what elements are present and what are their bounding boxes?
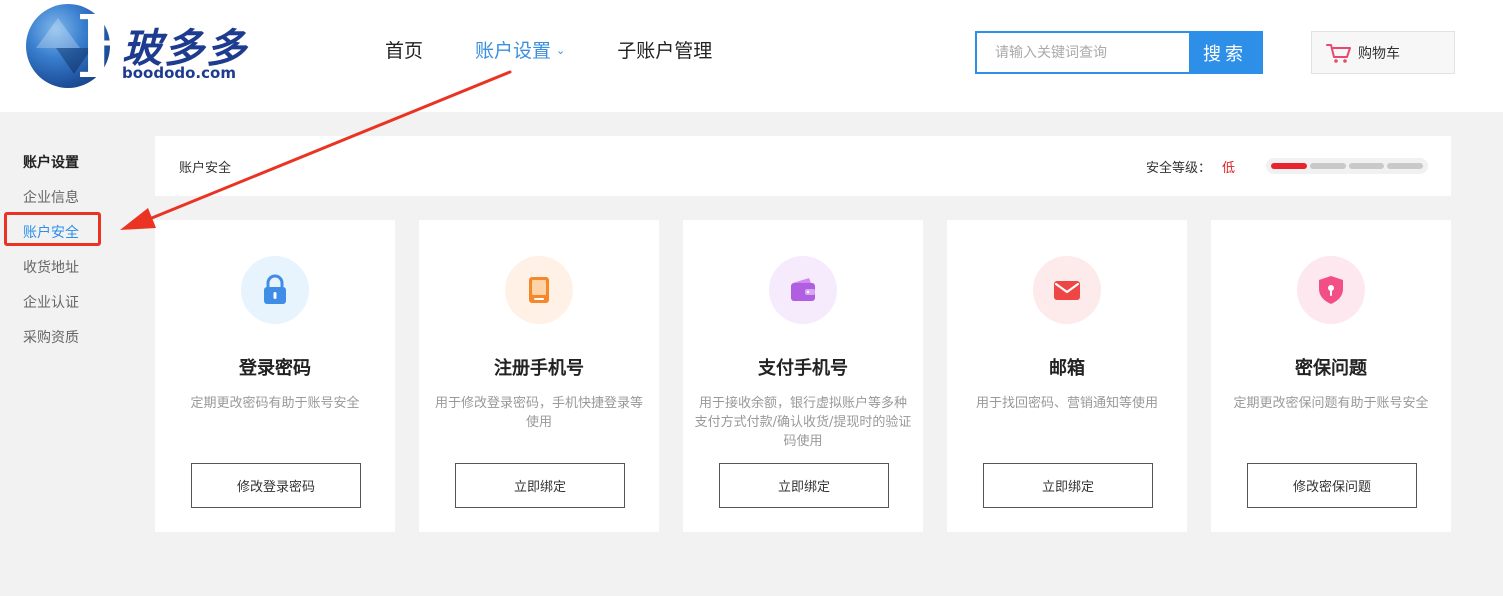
security-level-value: 低 bbox=[1222, 161, 1236, 176]
annotation-highlight-box bbox=[4, 212, 101, 246]
security-meter-segment bbox=[1387, 163, 1423, 169]
cart-button[interactable]: 购物车 bbox=[1311, 31, 1455, 74]
nav-account-settings[interactable]: 账户设置 ⌄ bbox=[475, 38, 565, 64]
security-meter-segment bbox=[1309, 163, 1346, 169]
mail-icon bbox=[1033, 256, 1101, 324]
security-level-label: 安全等级： bbox=[1146, 161, 1212, 176]
card-registered-phone: 注册手机号 用于修改登录密码，手机快捷登录等使用 立即绑定 bbox=[419, 220, 659, 532]
sidebar-item-company-info[interactable]: 企业信息 bbox=[23, 187, 79, 207]
change-login-password-button[interactable]: 修改登录密码 bbox=[191, 463, 361, 508]
security-meter-segment bbox=[1348, 163, 1385, 169]
card-title: 邮箱 bbox=[1049, 358, 1085, 379]
sidebar-item-shipping-address[interactable]: 收货地址 bbox=[23, 257, 79, 277]
security-level-meter bbox=[1266, 158, 1428, 174]
sidebar-item-company-verification[interactable]: 企业认证 bbox=[23, 292, 79, 312]
main-nav: 首页 账户设置 ⌄ 子账户管理 bbox=[385, 38, 764, 64]
card-email: 邮箱 用于找回密码、营销通知等使用 立即绑定 bbox=[947, 220, 1187, 532]
header: B 玻多多 boododo.com 首页 账户设置⌄ 子账户管理 搜索 购物车 bbox=[0, 0, 1503, 112]
search-button[interactable]: 搜索 bbox=[1189, 33, 1261, 72]
nav-sub-accounts[interactable]: 子账户管理 bbox=[617, 38, 712, 64]
change-security-question-button[interactable]: 修改密保问题 bbox=[1247, 463, 1417, 508]
bind-registered-phone-button[interactable]: 立即绑定 bbox=[455, 463, 625, 508]
card-title: 支付手机号 bbox=[758, 358, 848, 379]
chevron-down-icon: ⌄ bbox=[556, 44, 566, 57]
cart-icon bbox=[1326, 43, 1351, 63]
search-bar: 搜索 bbox=[975, 31, 1263, 74]
card-title: 密保问题 bbox=[1295, 358, 1367, 379]
lock-icon bbox=[241, 256, 309, 324]
brand-logo[interactable]: B 玻多多 boododo.com bbox=[26, 4, 256, 91]
bind-payment-phone-button[interactable]: 立即绑定 bbox=[719, 463, 889, 508]
card-description: 用于找回密码、营销通知等使用 bbox=[975, 396, 1158, 411]
sidebar-item-procurement-qualification[interactable]: 采购资质 bbox=[23, 327, 79, 347]
sidebar-title: 账户设置 bbox=[23, 155, 79, 171]
card-description: 定期更改密码有助于账号安全 bbox=[190, 396, 360, 411]
card-security-question: 密保问题 定期更改密保问题有助于账号安全 修改密保问题 bbox=[1211, 220, 1451, 532]
security-meter-segment bbox=[1271, 163, 1307, 169]
card-login-password: 登录密码 定期更改密码有助于账号安全 修改登录密码 bbox=[155, 220, 395, 532]
card-description: 用于修改登录密码，手机快捷登录等使用 bbox=[434, 396, 643, 430]
bind-email-button[interactable]: 立即绑定 bbox=[983, 463, 1153, 508]
wallet-icon bbox=[769, 256, 837, 324]
card-description: 定期更改密保问题有助于账号安全 bbox=[1233, 396, 1429, 411]
security-header: 账户安全 安全等级： 低 bbox=[155, 136, 1451, 196]
card-description: 用于接收余额，银行虚拟账户等多种支付方式付款/确认收货/提现时的验证码使用 bbox=[694, 396, 912, 449]
nav-home[interactable]: 首页 bbox=[385, 38, 423, 64]
card-title: 注册手机号 bbox=[494, 358, 584, 379]
search-input[interactable] bbox=[977, 33, 1189, 72]
shield-icon bbox=[1297, 256, 1365, 324]
phone-icon bbox=[505, 256, 573, 324]
page-title: 账户安全 bbox=[179, 161, 232, 176]
cart-label: 购物车 bbox=[1358, 45, 1400, 62]
card-title: 登录密码 bbox=[239, 358, 311, 379]
card-payment-phone: 支付手机号 用于接收余额，银行虚拟账户等多种支付方式付款/确认收货/提现时的验证… bbox=[683, 220, 923, 532]
brand-name-en: boododo.com bbox=[122, 64, 236, 82]
